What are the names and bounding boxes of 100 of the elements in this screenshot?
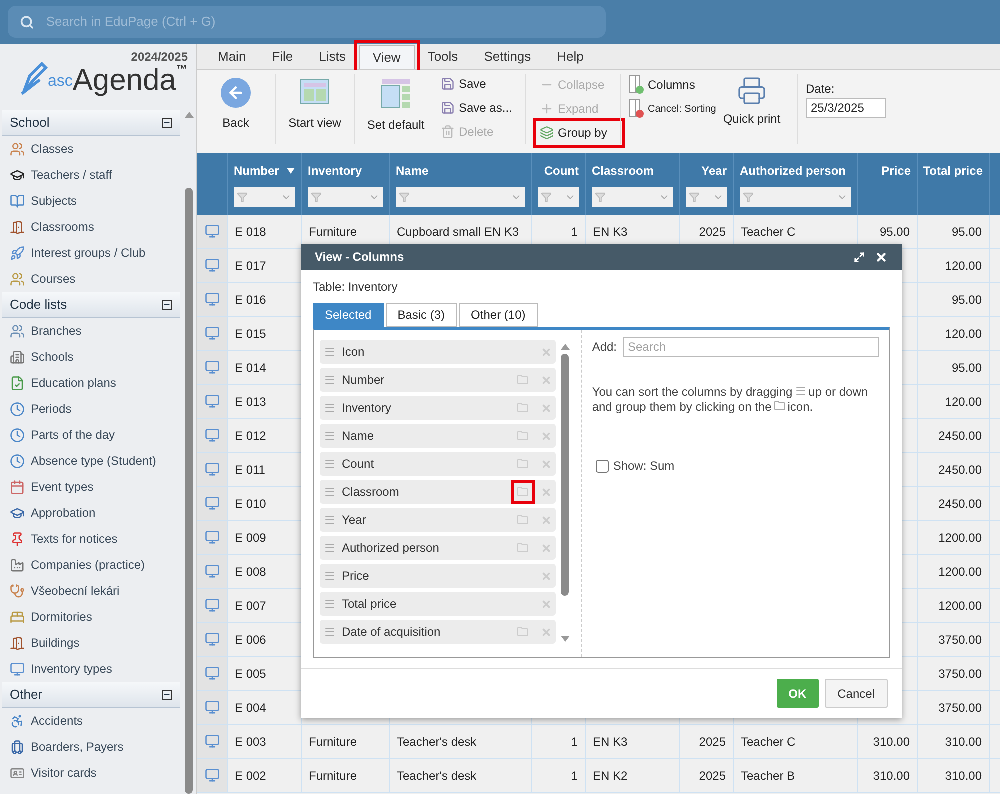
column-list-item[interactable]: Authorized person xyxy=(320,536,556,560)
column-header[interactable]: Authorized person xyxy=(734,153,858,215)
column-list-item[interactable]: Date of acquisition xyxy=(320,620,556,644)
drag-handle-icon[interactable] xyxy=(324,374,336,386)
date-field[interactable]: 25/3/2025 xyxy=(806,98,886,118)
sidebar-item[interactable]: Všeobecní lekári xyxy=(0,578,182,604)
sidebar-item[interactable]: Teachers / staff xyxy=(0,162,182,188)
column-search-field[interactable]: Search xyxy=(623,337,879,357)
column-header[interactable]: Number xyxy=(228,153,302,215)
remove-icon[interactable] xyxy=(541,430,552,442)
sidebar-item[interactable]: Approbation xyxy=(0,500,182,526)
sidebar-item[interactable]: Visitor cards xyxy=(0,760,182,786)
drag-handle-icon[interactable] xyxy=(324,598,336,610)
collapse-icon[interactable] xyxy=(162,300,172,310)
section-header[interactable]: School xyxy=(2,110,180,136)
remove-icon[interactable] xyxy=(541,458,552,470)
sidebar-item[interactable]: Courses xyxy=(0,266,182,292)
column-list-item[interactable]: Classroom xyxy=(320,480,556,504)
sidebar-item[interactable]: Schools xyxy=(0,344,182,370)
drag-handle-icon[interactable] xyxy=(324,346,336,358)
checkbox[interactable] xyxy=(596,460,610,472)
dialog-tab[interactable]: Other (10) xyxy=(459,303,538,327)
filter-dropdown[interactable] xyxy=(740,187,851,207)
sidebar-item[interactable]: Interest groups / Club xyxy=(0,240,182,266)
column-list-item[interactable]: Icon xyxy=(320,340,556,364)
menu-tab[interactable]: Lists xyxy=(306,45,359,69)
column-header[interactable]: Count xyxy=(532,153,586,215)
scrollbar-thumb[interactable] xyxy=(185,188,193,794)
filter-dropdown[interactable] xyxy=(234,187,295,207)
remove-icon[interactable] xyxy=(541,514,552,526)
sidebar-item[interactable]: Event types xyxy=(0,474,182,500)
menu-tab[interactable]: Tools xyxy=(414,45,472,69)
sidebar-item[interactable]: Classrooms xyxy=(0,214,182,240)
dialog-tab[interactable]: Selected xyxy=(313,303,384,327)
menu-tab[interactable]: Help xyxy=(544,45,597,69)
remove-icon[interactable] xyxy=(541,542,552,554)
scroll-down-icon[interactable] xyxy=(560,636,570,642)
sidebar-item[interactable]: Absence type (Student) xyxy=(0,448,182,474)
sidebar-item[interactable]: Buildings xyxy=(0,630,182,656)
drag-handle-icon[interactable] xyxy=(324,514,336,526)
menu-tab[interactable]: Main xyxy=(205,45,260,69)
remove-icon[interactable] xyxy=(541,486,552,498)
remove-icon[interactable] xyxy=(541,346,552,358)
toolbar-button[interactable]: Columns xyxy=(629,74,717,96)
column-header[interactable]: Year xyxy=(680,153,734,215)
drag-handle-icon[interactable] xyxy=(324,542,336,554)
filter-dropdown[interactable] xyxy=(396,187,525,207)
scroll-up-icon[interactable] xyxy=(184,112,194,118)
toolbar-button[interactable]: Group by xyxy=(538,123,620,143)
remove-icon[interactable] xyxy=(541,402,552,414)
remove-icon[interactable] xyxy=(541,570,552,582)
remove-icon[interactable] xyxy=(541,374,552,386)
set-default-button[interactable]: Set default xyxy=(355,74,437,134)
close-icon[interactable] xyxy=(875,250,888,264)
column-header[interactable]: Inventory xyxy=(302,153,390,215)
column-list-item[interactable]: Name xyxy=(320,424,556,448)
remove-icon[interactable] xyxy=(541,626,552,638)
maximize-icon[interactable] xyxy=(854,252,865,262)
search-bar[interactable]: Search in EduPage (Ctrl + G) xyxy=(8,6,606,38)
toolbar-button[interactable]: Cancel: Sorting xyxy=(629,98,717,120)
sidebar-item[interactable]: Education plans xyxy=(0,370,182,396)
collapse-icon[interactable] xyxy=(162,118,172,128)
sidebar-item[interactable]: Periods xyxy=(0,396,182,422)
sidebar-item[interactable]: Texts for notices xyxy=(0,526,182,552)
collapse-icon[interactable] xyxy=(162,690,172,700)
column-list-item[interactable]: Inventory xyxy=(320,396,556,420)
filter-dropdown[interactable] xyxy=(592,187,673,207)
column-header[interactable]: Name xyxy=(390,153,532,215)
quick-print-button[interactable]: Quick print xyxy=(717,74,787,128)
column-header[interactable]: Classroom xyxy=(586,153,680,215)
sidebar-item[interactable]: Boarders, Payers xyxy=(0,734,182,760)
sidebar-item[interactable]: Parts of the day xyxy=(0,422,182,448)
section-header[interactable]: Other xyxy=(2,682,180,708)
sidebar-item[interactable]: Accidents xyxy=(0,708,182,734)
column-list-item[interactable]: Total price xyxy=(320,592,556,616)
section-header[interactable]: Code lists xyxy=(2,292,180,318)
sidebar-item[interactable]: Dormitories xyxy=(0,604,182,630)
scrollbar-thumb[interactable] xyxy=(561,354,569,596)
drag-handle-icon[interactable] xyxy=(324,486,336,498)
filter-dropdown[interactable] xyxy=(686,187,727,207)
column-list-item[interactable]: Number xyxy=(320,368,556,392)
sidebar-item[interactable]: Branches xyxy=(0,318,182,344)
filter-dropdown[interactable] xyxy=(538,187,579,207)
sidebar-item[interactable]: Inventory types xyxy=(0,656,182,682)
start-view-button[interactable]: Start view xyxy=(276,74,354,132)
toolbar-button[interactable]: Save xyxy=(441,74,525,94)
toolbar-button[interactable]: Save as... xyxy=(441,98,525,118)
sidebar-item[interactable]: Subjects xyxy=(0,188,182,214)
drag-handle-icon[interactable] xyxy=(324,626,336,638)
cancel-button[interactable]: Cancel xyxy=(824,679,888,708)
filter-dropdown[interactable] xyxy=(308,187,383,207)
drag-handle-icon[interactable] xyxy=(324,402,336,414)
menu-tab[interactable]: File xyxy=(259,45,306,69)
menu-tab[interactable]: Settings xyxy=(471,45,544,69)
column-list-item[interactable]: Year xyxy=(320,508,556,532)
back-button[interactable]: Back xyxy=(197,74,275,132)
dialog-tab[interactable]: Basic (3) xyxy=(386,303,458,327)
sidebar-item[interactable]: Classes xyxy=(0,136,182,162)
sidebar-item[interactable]: Companies (practice) xyxy=(0,552,182,578)
column-list-item[interactable]: Price xyxy=(320,564,556,588)
